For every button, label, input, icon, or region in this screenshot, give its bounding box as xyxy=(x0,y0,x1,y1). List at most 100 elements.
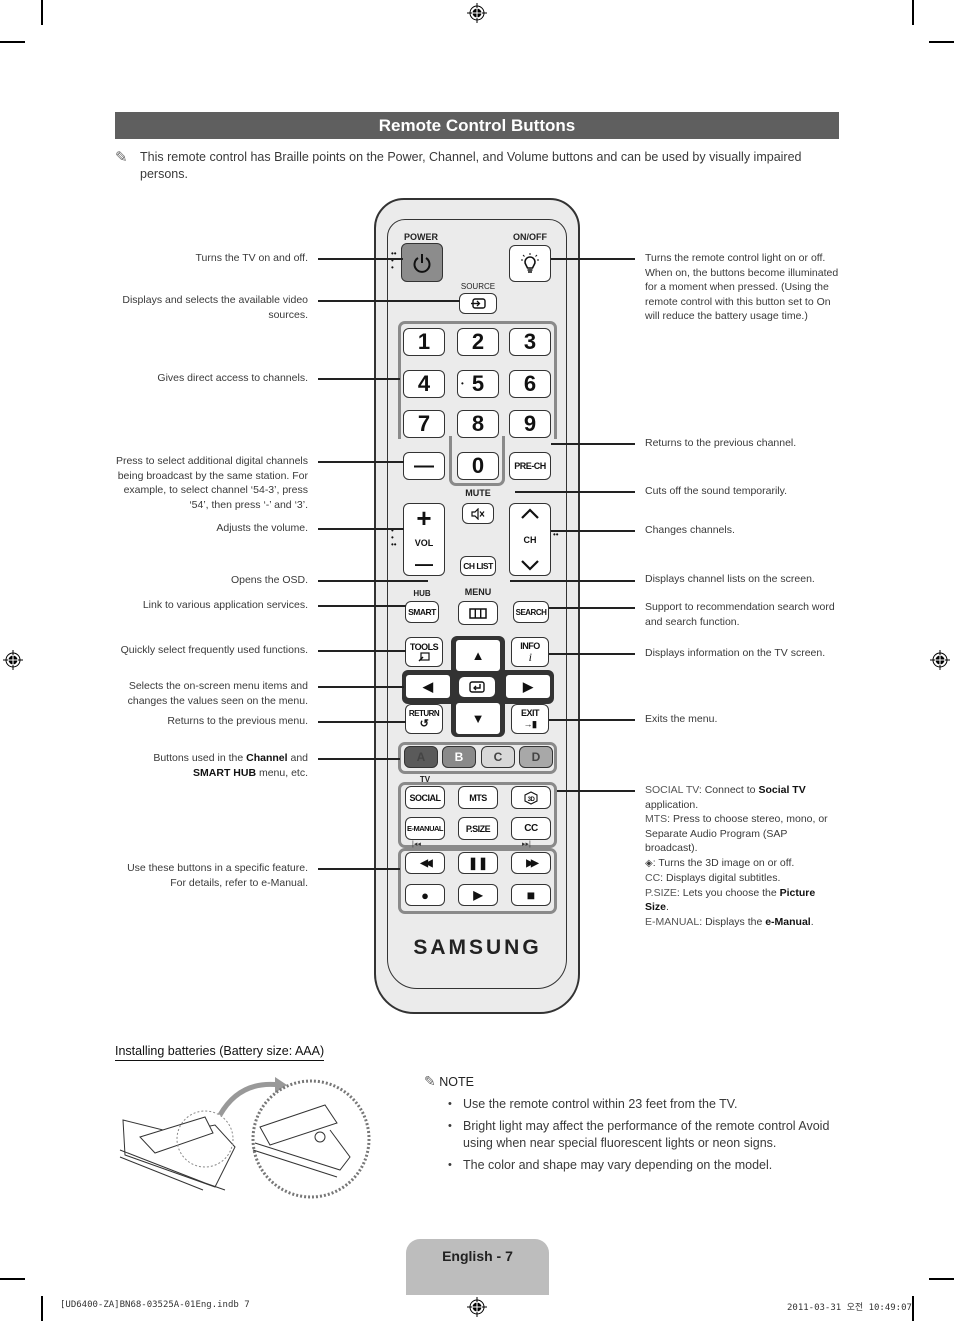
tools-label: TOOLS xyxy=(409,642,439,652)
key-4[interactable]: 4 xyxy=(403,370,445,398)
callout-number-keys: Gives direct access to channels. xyxy=(157,372,308,384)
source-input-icon xyxy=(471,298,486,309)
callout-power: Turns the TV on and off. xyxy=(195,252,308,264)
key-7[interactable]: 7 xyxy=(403,410,445,438)
callout-text: application. xyxy=(645,798,699,811)
callout-line xyxy=(551,530,635,532)
channel-rocker[interactable]: CH xyxy=(509,503,551,576)
key-2[interactable]: 2 xyxy=(457,328,499,356)
mute-button[interactable] xyxy=(462,503,494,524)
mts-button[interactable]: MTS xyxy=(458,786,498,809)
prech-button[interactable]: PRE-CH xyxy=(509,452,551,480)
callout-text: : Press to choose stereo, mono, or Separ… xyxy=(645,813,828,854)
key-6[interactable]: 6 xyxy=(509,370,551,398)
fast-forward-button[interactable]: ▶▶ xyxy=(511,852,551,874)
color-key-c[interactable]: C xyxy=(481,746,515,768)
channel-up-icon[interactable] xyxy=(520,508,540,520)
crop-mark xyxy=(41,0,43,25)
channel-down-icon[interactable] xyxy=(520,559,540,571)
callout-smart-hub: Link to various application services. xyxy=(142,599,308,611)
callout-bold: e-Manual xyxy=(765,915,811,928)
braille-dot: • xyxy=(461,379,464,388)
nav-left-button[interactable]: ◀ xyxy=(405,674,451,699)
callout-line xyxy=(557,790,635,792)
menu-button[interactable] xyxy=(458,601,498,625)
source-button[interactable] xyxy=(459,293,497,314)
key-3[interactable]: 3 xyxy=(509,328,551,356)
volume-rocker[interactable]: + VOL — xyxy=(403,503,445,576)
callout-line xyxy=(318,868,400,870)
callout-media-keys: Use these buttons in a specific feature.… xyxy=(127,862,308,889)
nav-up-button[interactable]: ▲ xyxy=(455,639,501,672)
registration-mark-icon xyxy=(467,3,487,23)
psize-button[interactable]: P.SIZE xyxy=(458,817,498,840)
play-button[interactable]: ▶ xyxy=(458,884,498,906)
callout-channel: Changes channels. xyxy=(645,524,735,536)
callout-text: Buttons used in the xyxy=(153,752,247,764)
tools-icon xyxy=(418,652,430,662)
exit-button[interactable]: EXIT →▮ xyxy=(511,704,549,734)
info-button[interactable]: INFO i xyxy=(511,637,549,667)
cc-button[interactable]: CC xyxy=(511,817,551,840)
callout-key: SOCIAL TV xyxy=(645,784,699,796)
callout-line xyxy=(318,258,403,260)
3d-button[interactable]: 3D xyxy=(511,786,551,809)
key-9[interactable]: 9 xyxy=(509,410,551,438)
source-label: SOURCE xyxy=(460,282,496,291)
callout-line xyxy=(510,580,635,582)
exit-door-icon: →▮ xyxy=(523,719,537,729)
stop-button[interactable]: ■ xyxy=(511,884,551,906)
callout-line xyxy=(515,491,635,493)
pause-button[interactable]: ❚❚ xyxy=(458,852,498,874)
callout-volume: Adjusts the volume. xyxy=(216,522,308,534)
callout-text: menu, etc. xyxy=(256,766,308,779)
callout-prech: Returns to the previous channel. xyxy=(645,437,797,449)
callout-line xyxy=(318,686,404,688)
smart-hub-button[interactable]: SMART xyxy=(405,601,439,623)
volume-up-icon[interactable]: + xyxy=(416,505,431,531)
registration-mark-icon xyxy=(930,650,950,670)
power-button[interactable] xyxy=(401,243,443,282)
nav-down-button[interactable]: ▼ xyxy=(455,702,501,735)
menu-grid-icon xyxy=(469,607,487,619)
callout-source: Displays and selects the available video… xyxy=(122,294,308,321)
crop-mark xyxy=(929,1278,954,1280)
social-tv-button[interactable]: SOCIAL xyxy=(405,786,445,809)
color-key-a[interactable]: A xyxy=(404,746,438,768)
color-key-a-label: A xyxy=(416,750,426,764)
chlist-button[interactable]: CH LIST xyxy=(460,556,496,576)
battery-installation-illustration xyxy=(119,1077,371,1199)
nav-enter-button[interactable] xyxy=(458,676,496,698)
record-button[interactable]: ● xyxy=(405,884,445,906)
volume-label: VOL xyxy=(414,537,434,548)
callout-line xyxy=(318,580,428,582)
key-1[interactable]: 1 xyxy=(403,328,445,356)
onoff-light-button[interactable] xyxy=(509,245,551,282)
menu-label: MENU xyxy=(464,587,492,597)
note-heading: ✎ NOTE xyxy=(424,1073,474,1090)
nav-right-button[interactable]: ▶ xyxy=(505,674,551,699)
return-button[interactable]: RETURN ↺ xyxy=(405,704,443,734)
key-8[interactable]: 8 xyxy=(457,410,499,438)
page-number-tab: English - 7 xyxy=(406,1239,549,1295)
volume-down-icon[interactable]: — xyxy=(415,555,433,573)
color-key-b[interactable]: B xyxy=(442,746,476,768)
battery-section-title: Installing batteries (Battery size: AAA) xyxy=(115,1044,325,1061)
mute-speaker-icon xyxy=(471,507,485,520)
dash-button[interactable]: — xyxy=(403,452,445,480)
e-manual-button[interactable]: E-MANUAL xyxy=(405,817,445,840)
callout-text: . xyxy=(666,901,669,913)
key-0[interactable]: 0 xyxy=(457,452,499,480)
light-bulb-icon xyxy=(521,252,539,273)
3d-icon: 3D xyxy=(524,790,538,805)
tools-button[interactable]: TOOLS xyxy=(405,637,443,667)
note-item: Use the remote control within 23 feet fr… xyxy=(448,1096,848,1113)
callout-info: Displays information on the TV screen. xyxy=(645,647,826,659)
rewind-button[interactable]: ◀◀ xyxy=(405,852,445,874)
intro-note: ✎ This remote control has Braille points… xyxy=(115,149,845,183)
svg-text:3D: 3D xyxy=(528,797,536,803)
search-button[interactable]: SEARCH xyxy=(513,601,549,623)
color-key-d[interactable]: D xyxy=(519,746,553,768)
crop-mark xyxy=(0,41,25,43)
braille-dots: •••• xyxy=(391,249,397,272)
